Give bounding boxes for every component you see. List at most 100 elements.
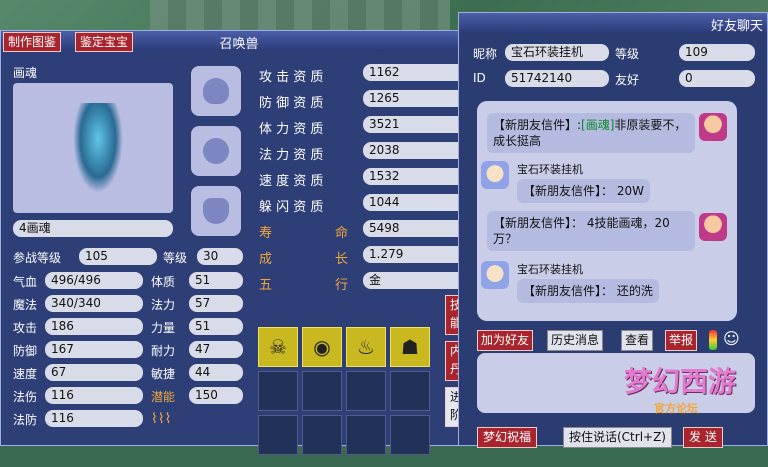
growth-value: 1.279 [363,246,465,263]
element-label-a: 五 [259,278,273,293]
stat-value: 340/340 [45,295,143,312]
report-button[interactable]: 举报 [665,330,698,351]
skill-slot[interactable]: ☠ [258,327,298,367]
history-button[interactable]: 历史消息 [547,330,604,351]
equip-slot-collar[interactable] [191,126,241,176]
skill-slot-empty[interactable] [258,371,298,411]
stat-value: 116 [45,410,143,427]
fight-level-value: 105 [79,248,157,265]
emote-icon[interactable]: ☺ [723,329,740,348]
flame-icon: ♨ [357,335,375,359]
skill-slot[interactable]: ◉ [302,327,342,367]
sender-name: 宝石环装挂机 [517,163,583,176]
chat-history[interactable]: 【新朋友信件】:[画魂]非原装要不，成长挺高 宝石环装挂机 【新朋友信件】： 2… [477,101,737,321]
id-value: 51742140 [505,70,609,87]
chat-message: 【新朋友信件】:[画魂]非原装要不，成长挺高 [487,113,695,153]
view-button[interactable]: 查看 [621,330,654,351]
hold-to-talk-button[interactable]: 按住说话(Ctrl+Z) [563,427,672,448]
sender-name: 宝石环装挂机 [517,263,583,276]
growth-label-b: 长 [335,252,349,267]
send-button[interactable]: 发 送 [683,427,723,448]
stat-value: 167 [45,341,143,358]
pet-portrait [13,83,173,213]
chat-message: 【新朋友信件】： 20W [517,179,650,203]
life-value: 5498 [363,220,465,237]
aptitude-label: 法 力 资 质 [259,148,324,163]
skill-slot-empty[interactable] [302,371,342,411]
aptitude-label: 躲 闪 资 质 [259,200,324,215]
chat-message: 【新朋友信件】： 还的洗 [517,279,659,303]
chat-titlebar: 好友聊天 [459,13,767,34]
potential-label: 潜能 [151,390,176,404]
collar-icon [203,138,229,164]
logo-main: 梦幻西游 [624,365,737,398]
attr-value: 51 [189,272,243,289]
growth-label-a: 成 [259,252,273,267]
element-value: 金 [363,272,465,289]
skeleton-icon: ☠ [269,335,287,359]
skill-slot[interactable]: ♨ [346,327,386,367]
pet-figure [73,103,123,193]
skill-slot-empty[interactable] [258,415,298,455]
msg-prefix: 【新朋友信件】: [493,118,582,132]
signal-icon [709,330,717,350]
dream-bless-button[interactable]: 梦幻祝福 [477,427,538,448]
helmet-icon [203,78,229,104]
grade-value: 109 [679,44,755,61]
stat-label: 气血 [13,275,38,289]
life-label-b: 命 [335,226,349,241]
pet-window-title: 召唤兽 [219,37,259,52]
ornament-icon: ⌇⌇⌇ [151,411,172,427]
attr-value: 51 [189,318,243,335]
game-logo: 梦幻西游 官方论坛 [624,360,764,430]
skill-grid: ☠ ◉ ♨ ☗ [258,327,438,467]
friendly-label: 友好 [615,73,640,87]
level-value: 30 [197,248,243,265]
skill-slot-empty[interactable] [302,415,342,455]
stat-label: 魔法 [13,298,38,312]
attr-label: 法力 [151,298,176,312]
stat-label: 攻击 [13,321,38,335]
add-friend-button[interactable]: 加为好友 [477,330,534,351]
stat-label: 法伤 [13,390,38,404]
skill-slot-empty[interactable] [346,415,386,455]
avatar-friend [481,261,509,289]
level-label: 等级 [163,251,188,265]
attr-value: 44 [189,364,243,381]
skill-slot-empty[interactable] [346,371,386,411]
stat-label: 防御 [13,344,38,358]
skill-slot-empty[interactable] [390,415,430,455]
pet-name-field[interactable]: 4画魂 [13,220,173,237]
aptitude-value: 1265 [363,90,465,107]
stat-value: 116 [45,387,143,404]
skill-slot-empty[interactable] [390,371,430,411]
aptitude-value: 2038 [363,142,465,159]
attr-label: 敏捷 [151,367,176,381]
avatar-self [699,113,727,141]
potential-value: 150 [189,387,243,404]
avatar-friend [481,161,509,189]
aptitude-label: 攻 击 资 质 [259,70,324,85]
chat-message: 【新朋友信件】： 4技能画魂，20万？ [487,211,695,251]
aptitude-label: 速 度 资 质 [259,174,324,189]
life-label-a: 寿 [259,226,273,241]
stat-label: 法防 [13,413,38,427]
friendly-value: 0 [679,70,755,87]
armor-icon [203,198,229,224]
equip-slot-armor[interactable] [191,186,241,236]
aptitude-value: 1162 [363,64,465,81]
stat-label: 速度 [13,367,38,381]
skill-slot[interactable]: ☗ [390,327,430,367]
attr-value: 57 [189,295,243,312]
pet-window: 制作图鉴 鉴定宝宝 召唤兽 ✕ 画魂 4画魂 参战等级 105 等级 30 气血… [0,30,478,455]
portrait-label: 画魂 [13,66,38,80]
pet-window-titlebar: 制作图鉴 鉴定宝宝 召唤兽 ✕ [1,31,477,52]
eye-swirl-icon: ◉ [313,335,331,359]
aptitude-value: 1532 [363,168,465,185]
pet-link[interactable]: [画魂] [581,118,614,132]
attr-label: 力量 [151,321,176,335]
fight-level-label: 参战等级 [13,251,62,265]
stat-value: 496/496 [45,272,143,289]
grade-label: 等级 [615,47,640,61]
equip-slot-helmet[interactable] [191,66,241,116]
